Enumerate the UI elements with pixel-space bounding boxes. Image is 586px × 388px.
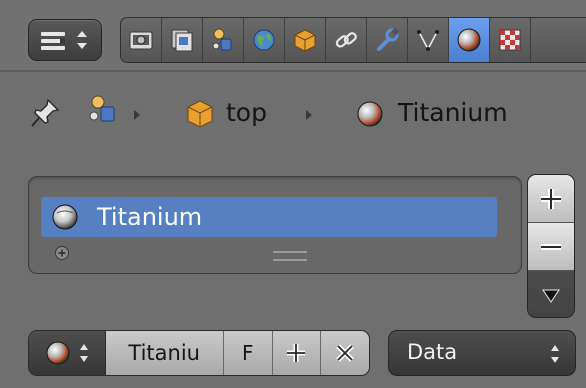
tab-texture[interactable] [490,18,531,62]
properties-context-tabs [120,17,586,63]
fake-user-button[interactable]: F [223,331,273,375]
material-sphere-icon [46,341,70,365]
render-camera-icon [129,31,153,50]
material-slot-list: Titanium [28,176,522,274]
object-data-mesh-icon [417,30,439,51]
properties-editor-icon [41,31,87,50]
header-bar [0,0,586,72]
tab-world[interactable] [244,18,285,62]
plus-icon [287,344,306,362]
tab-render-layers[interactable] [162,18,203,62]
render-layers-icon [171,29,193,52]
link-data-select[interactable]: Data [388,330,576,376]
tab-constraints[interactable] [326,18,367,62]
up-down-arrows-icon [79,344,88,362]
material-name-field[interactable]: Titaniu [105,331,224,375]
dropdown-triangle-icon [542,289,560,303]
tab-render[interactable] [121,18,162,62]
breadcrumb: top Titanium [0,86,586,146]
modifiers-wrench-icon [377,27,400,51]
editor-type-selector[interactable] [28,19,102,61]
remove-slot-button[interactable] [528,223,574,271]
object-icon [294,29,316,52]
tab-object-data[interactable] [408,18,449,62]
tab-modifiers[interactable] [367,18,408,62]
breadcrumb-material-name: Titanium [398,98,508,127]
material-sphere-icon [357,101,383,127]
world-icon [253,29,275,51]
object-cube-icon [187,100,213,128]
breadcrumb-separator-icon [306,110,312,120]
texture-icon [499,29,521,51]
tab-material[interactable] [449,18,490,62]
scene-icon [212,28,232,51]
up-down-arrows-icon [551,345,559,363]
slot-specials-menu-button[interactable] [528,271,574,317]
constraints-icon [335,32,357,48]
scene-icon [89,95,115,122]
unlink-material-button[interactable] [321,331,369,375]
breadcrumb-separator-icon [134,110,140,120]
minus-icon [541,243,561,250]
new-material-button[interactable] [272,331,322,375]
tab-object[interactable] [285,18,326,62]
list-item-label: Titanium [97,203,203,231]
material-slot-buttons [527,174,575,318]
add-slot-button[interactable] [528,175,574,223]
plus-small-icon[interactable] [54,245,70,261]
x-icon [336,344,354,362]
list-item[interactable]: Titanium [41,197,497,237]
plus-icon [541,188,561,209]
pin-icon[interactable] [28,96,62,130]
material-icon [457,28,481,52]
link-data-select-value: Data [407,340,458,364]
tab-scene[interactable] [203,18,244,62]
list-resize-grip[interactable] [273,251,307,261]
material-sphere-icon [52,204,78,230]
browse-material-button[interactable] [29,331,106,375]
material-datablock-selector: Titaniu F [28,330,370,376]
breadcrumb-object-name: top [226,98,267,127]
